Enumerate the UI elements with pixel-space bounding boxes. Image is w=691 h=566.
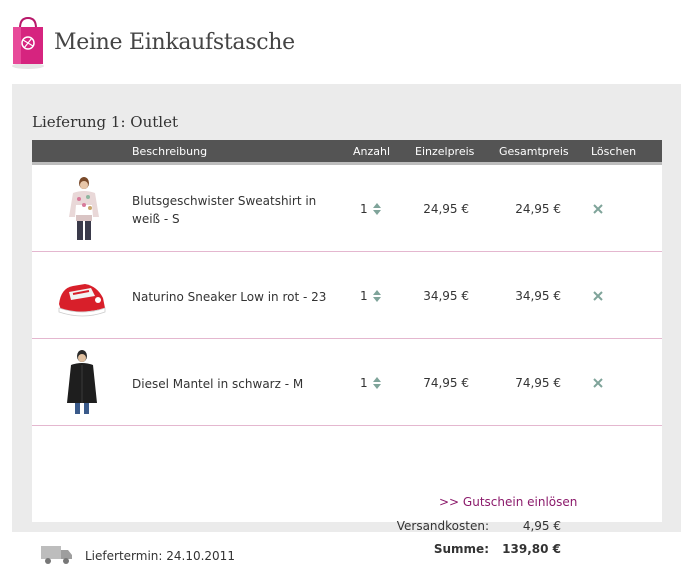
product-description[interactable]: Blutsgeschwister Sweatshirt in weiß - S xyxy=(132,192,332,228)
product-description[interactable]: Naturino Sneaker Low in rot - 23 xyxy=(132,288,332,306)
table-header: Beschreibung Anzahl Einzelpreis Gesamtpr… xyxy=(32,140,662,165)
total-price: 24,95 € xyxy=(515,202,561,216)
quantity-value[interactable]: 1 xyxy=(360,376,368,390)
total-price: 34,95 € xyxy=(515,289,561,303)
table-row: Diesel Mantel in schwarz - M 1 74,95 € 7… xyxy=(32,339,662,426)
shipping-label: Versandkosten: xyxy=(396,519,489,533)
product-description[interactable]: Diesel Mantel in schwarz - M xyxy=(132,375,332,393)
column-header-quantity: Anzahl xyxy=(353,145,391,158)
total-value: 139,80 € xyxy=(502,542,561,556)
total-label: Summe: xyxy=(433,542,489,556)
cart-panel: Lieferung 1: Outlet Beschreibung Anzahl … xyxy=(12,84,681,564)
unit-price: 74,95 € xyxy=(423,376,469,390)
cart-table: Beschreibung Anzahl Einzelpreis Gesamtpr… xyxy=(32,140,662,564)
table-row: Blutsgeschwister Sweatshirt in weiß - S … xyxy=(32,165,662,252)
quantity-value[interactable]: 1 xyxy=(360,202,368,216)
quantity-stepper-icon[interactable] xyxy=(372,202,382,216)
column-header-description: Beschreibung xyxy=(132,145,208,158)
unit-price: 24,95 € xyxy=(423,202,469,216)
page-title: Meine Einkaufstasche xyxy=(54,30,295,55)
shipping-value: 4,95 € xyxy=(522,519,561,533)
delete-icon[interactable] xyxy=(592,377,604,389)
column-header-total-price: Gesamtpreis xyxy=(499,145,569,158)
unit-price: 34,95 € xyxy=(423,289,469,303)
delete-icon[interactable] xyxy=(592,203,604,215)
quantity-value[interactable]: 1 xyxy=(360,289,368,303)
quantity-stepper-icon[interactable] xyxy=(372,376,382,390)
delivery-date: Liefertermin: 24.10.2011 xyxy=(85,549,235,563)
product-image-coat[interactable] xyxy=(57,349,107,417)
page-header: Meine Einkaufstasche xyxy=(0,0,691,80)
delivery-title: Lieferung 1: Outlet xyxy=(32,113,178,131)
shopping-bag-icon xyxy=(12,16,44,69)
delete-icon[interactable] xyxy=(592,290,604,302)
column-header-delete: Löschen xyxy=(591,145,637,158)
product-image-sweatshirt[interactable] xyxy=(59,175,109,243)
truck-icon xyxy=(41,546,72,564)
redeem-voucher-link[interactable]: >> Gutschein einlösen xyxy=(439,495,577,509)
column-header-unit-price: Einzelpreis xyxy=(415,145,475,158)
table-row: Naturino Sneaker Low in rot - 23 1 34,95… xyxy=(32,252,662,339)
product-image-sneaker[interactable] xyxy=(55,262,109,330)
quantity-stepper-icon[interactable] xyxy=(372,289,382,303)
total-price: 74,95 € xyxy=(515,376,561,390)
